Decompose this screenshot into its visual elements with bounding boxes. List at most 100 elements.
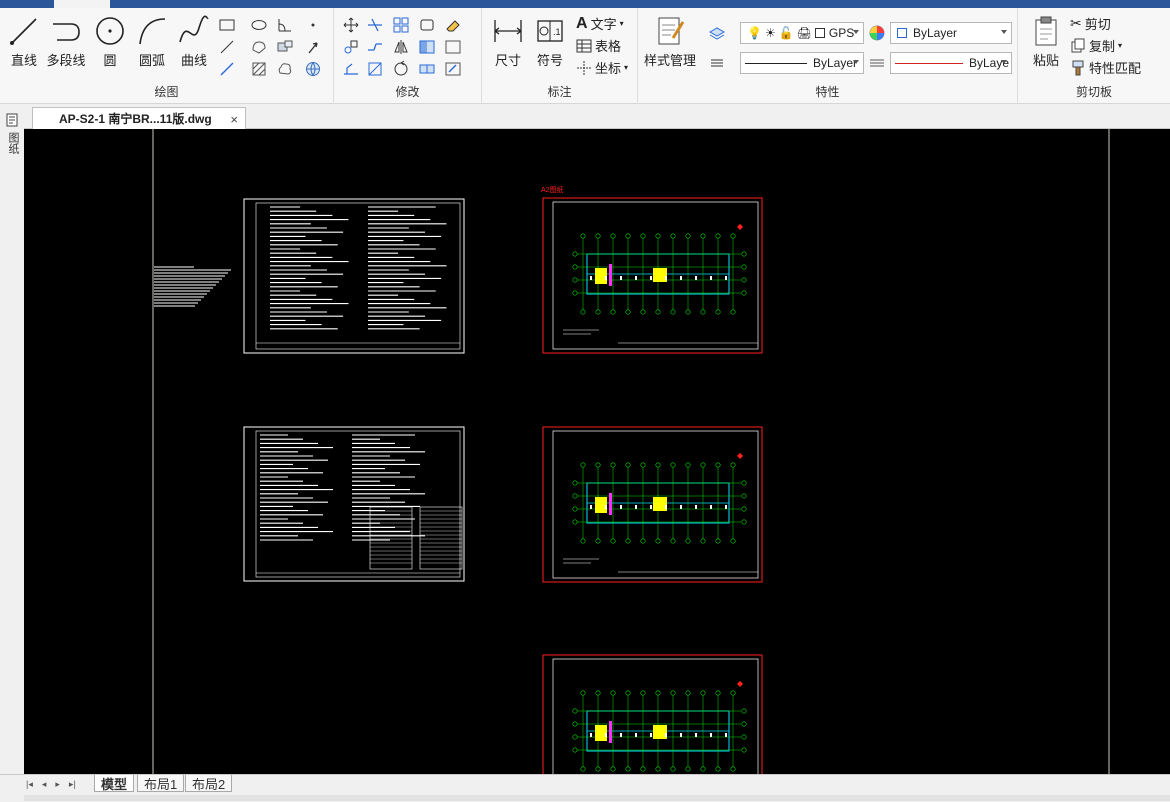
left-panel-strip: 图纸 [0, 110, 24, 774]
brush-icon [1072, 60, 1084, 75]
drawing-viewport[interactable]: A2图纸 ◆ ◆ ◆ [24, 129, 1170, 774]
close-icon[interactable]: × [230, 112, 238, 127]
draw-group: 直线 多段线 圆 圆弧 曲线 绘图 [0, 8, 334, 104]
lineweight-icon[interactable] [868, 54, 886, 72]
table-button[interactable]: 表格 [576, 36, 621, 55]
clipboard-group: 粘贴 ✂ 剪切 复制 ▾ 特性匹配 剪切板 [1018, 8, 1170, 104]
angle-icon[interactable] [276, 16, 294, 34]
prev-layout-icon[interactable]: ◂ [42, 779, 47, 790]
ray-icon[interactable] [218, 60, 236, 78]
clipboard-group-label: 剪切板 [1075, 85, 1112, 99]
dimension-icon [494, 20, 522, 42]
symbol-button[interactable]: .1 符号 [528, 8, 572, 69]
left-panel-label[interactable]: 图纸 [5, 132, 19, 154]
cloud-icon[interactable] [276, 60, 294, 78]
lightbulb-icon: 💡 [747, 26, 762, 40]
dimension-button[interactable]: 尺寸 [486, 8, 530, 69]
line-label: 直线 [10, 53, 37, 68]
text-sheet-1[interactable] [243, 198, 465, 354]
join-icon[interactable] [418, 60, 436, 78]
pointer-icon[interactable] [304, 38, 322, 56]
extend-icon[interactable] [342, 60, 360, 78]
horizontal-scrollbar[interactable] [24, 795, 1170, 801]
drawing-list-icon[interactable] [4, 112, 20, 128]
color-value: ByLayer [913, 26, 958, 40]
text-sheet-2[interactable] [243, 426, 465, 582]
paste-button[interactable]: 粘贴 [1024, 8, 1068, 69]
construction-line-icon[interactable] [218, 38, 236, 56]
circle-label: 圆 [103, 53, 117, 68]
properties-group: 样式管理 💡 ☀ 🔓 🖨 GPS ByLayer ByLayer ByLaye … [638, 8, 1018, 104]
layer-manager-icon[interactable] [708, 24, 726, 42]
properties-edit-icon[interactable] [444, 60, 462, 78]
explode-icon[interactable] [444, 38, 462, 56]
move-icon[interactable] [342, 16, 360, 34]
fillet-icon[interactable] [418, 16, 436, 34]
line-button[interactable]: 直线 [2, 8, 46, 69]
trim-icon[interactable] [366, 16, 384, 34]
rectangle-icon[interactable] [218, 16, 236, 34]
document-tab[interactable]: AP-S2-1 南宁BR...11版.dwg × [32, 107, 246, 129]
clipboard-icon [1035, 16, 1057, 46]
notes-block[interactable] [154, 266, 231, 307]
coordinate-button[interactable]: 坐标 ▾ [576, 58, 628, 77]
copy-object-icon[interactable] [342, 38, 360, 56]
offset-icon[interactable] [366, 38, 384, 56]
curve-label: 曲线 [180, 53, 207, 68]
scale-icon[interactable] [366, 60, 384, 78]
array-icon[interactable] [392, 16, 410, 34]
style-manager-button[interactable]: 样式管理 [642, 8, 698, 69]
floor-plan-sheet-1[interactable]: ◆ [542, 197, 763, 354]
floor-plan-sheet-3[interactable]: ◆ [542, 654, 763, 774]
polyline-button[interactable]: 多段线 [44, 8, 88, 69]
curve-button[interactable]: 曲线 [172, 8, 216, 69]
region-icon[interactable] [250, 38, 268, 56]
circle-button[interactable]: 圆 [88, 8, 132, 69]
tab-model[interactable]: 模型 [94, 775, 135, 792]
rotate-icon[interactable] [392, 60, 410, 78]
color-dropdown[interactable]: ByLayer [890, 22, 1012, 44]
layer-dropdown[interactable]: 💡 ☀ 🔓 🖨 GPS [740, 22, 864, 44]
color-swatch [897, 28, 907, 38]
block-icon[interactable] [276, 38, 294, 56]
title-bar [0, 0, 1170, 8]
hatch-icon[interactable] [250, 60, 268, 78]
tab-layout-1[interactable]: 布局1 [137, 775, 185, 792]
lineweight-dropdown[interactable]: ByLaye [890, 52, 1012, 74]
cut-button[interactable]: ✂ 剪切 [1070, 14, 1111, 33]
svg-text:.1: .1 [553, 27, 561, 37]
point-icon[interactable] [304, 16, 322, 34]
polyline-label: 多段线 [46, 53, 86, 68]
modify-group: 修改 [334, 8, 482, 104]
last-layout-icon[interactable]: ▸| [69, 779, 76, 790]
ribbon-tab-fragment[interactable] [54, 0, 110, 8]
copy-button[interactable]: 复制 ▾ [1070, 36, 1122, 55]
copy-label: 复制 [1089, 39, 1116, 54]
chevron-down-icon [1001, 30, 1007, 34]
properties-group-label: 特性 [815, 85, 840, 99]
first-layout-icon[interactable]: |◂ [26, 779, 33, 790]
symbol-icon: .1 [537, 20, 563, 42]
match-properties-button[interactable]: 特性匹配 [1070, 58, 1141, 77]
stretch-icon[interactable] [418, 38, 436, 56]
globe-icon[interactable] [304, 60, 322, 78]
tab-layout-2[interactable]: 布局2 [185, 775, 233, 792]
text-button[interactable]: A 文字 ▾ [576, 14, 624, 33]
coordinate-label: 坐标 [595, 61, 622, 76]
mirror-icon[interactable] [392, 38, 410, 56]
floor-plan-sheet-2[interactable]: ◆ [542, 426, 763, 583]
linetype-icon[interactable] [708, 54, 726, 72]
linetype-dropdown[interactable]: ByLayer [740, 52, 864, 74]
ellipse-icon[interactable] [250, 16, 268, 34]
layout-tab-bar: |◂ ◂ ▸ ▸| 模型 布局1 布局2 [0, 774, 1170, 802]
arc-label: 圆弧 [138, 53, 165, 68]
arc-button[interactable]: 圆弧 [130, 8, 174, 69]
next-layout-icon[interactable]: ▸ [55, 779, 60, 790]
layout-nav-arrows: |◂ ◂ ▸ ▸| [26, 779, 76, 790]
drawing-canvas[interactable]: A2图纸 ◆ ◆ ◆ [24, 129, 1170, 774]
erase-icon[interactable] [444, 16, 462, 34]
color-wheel-icon[interactable] [868, 24, 886, 42]
paste-label: 粘贴 [1032, 53, 1059, 68]
svg-text:◆: ◆ [737, 679, 744, 688]
scissors-icon: ✂ [1070, 15, 1082, 31]
